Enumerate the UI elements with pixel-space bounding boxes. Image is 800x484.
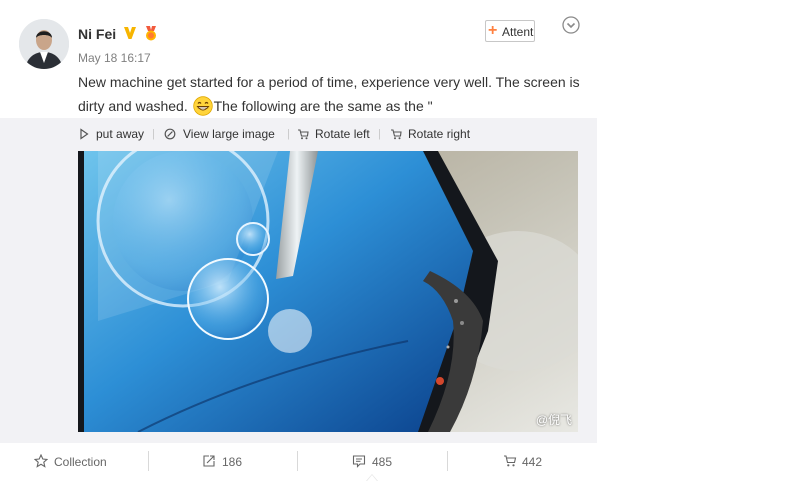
chevron-down-icon[interactable] <box>562 16 580 34</box>
collection-label: Collection <box>54 455 107 469</box>
comment-icon <box>352 455 366 468</box>
collection-button[interactable]: Collection <box>0 443 149 481</box>
follow-button[interactable]: + Attenti <box>485 20 535 42</box>
grin-emoji-icon <box>192 96 213 116</box>
rotate-right-icon <box>391 129 402 140</box>
comment-button[interactable]: 485 <box>298 443 447 481</box>
rotate-right-label: Rotate right <box>408 127 471 141</box>
post-timestamp[interactable]: May 18 16:17 <box>78 51 151 65</box>
toolbar-divider: | <box>152 128 155 140</box>
photo-watermark: @倪飞 <box>535 413 572 427</box>
plus-icon: + <box>488 22 498 39</box>
post-text-part2: The following are the same as the " <box>213 98 433 114</box>
view-large-image-label: View large image <box>183 127 275 141</box>
magnify-icon <box>164 128 176 140</box>
toolbar-divider: | <box>378 128 381 140</box>
post-photo[interactable]: @倪飞 <box>78 151 578 432</box>
post-text: New machine get started for a period of … <box>78 70 590 118</box>
author-name[interactable]: Ni Fei <box>78 26 116 42</box>
repost-icon <box>203 455 215 467</box>
media-panel: put away | View large image | Rotate lef… <box>0 118 597 443</box>
comment-count: 485 <box>372 455 393 469</box>
follow-button-label: Attenti <box>502 25 535 39</box>
photo-illustration <box>78 151 578 432</box>
like-count: 442 <box>522 455 543 469</box>
cart-icon <box>504 455 517 467</box>
verified-icon <box>124 27 136 39</box>
toolbar-divider: | <box>287 128 290 140</box>
put-away-label: put away <box>96 127 145 141</box>
weibo-post-card: Ni Fei May 18 16:17 + Attenti New machin… <box>0 0 597 484</box>
star-icon <box>34 454 48 468</box>
rotate-left-label: Rotate left <box>315 127 370 141</box>
collapse-icon <box>80 128 89 140</box>
rotate-left-icon <box>298 129 309 140</box>
post-action-bar: Collection 186 485 442 <box>0 443 597 484</box>
repost-button[interactable]: 186 <box>149 443 298 481</box>
member-medal-icon[interactable] <box>142 24 160 42</box>
avatar[interactable] <box>19 19 69 69</box>
like-button[interactable]: 442 <box>448 443 597 481</box>
active-tab-caret <box>366 474 378 481</box>
repost-count: 186 <box>222 455 243 469</box>
